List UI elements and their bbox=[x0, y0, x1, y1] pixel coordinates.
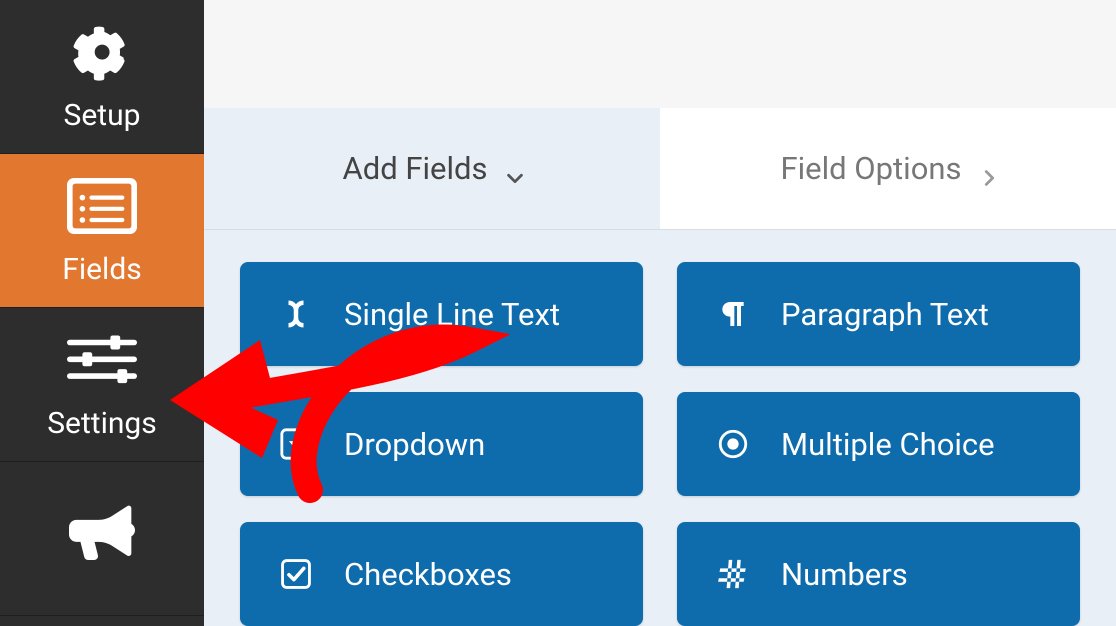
main-area: Add Fields Field Options Single Line Tex… bbox=[204, 0, 1116, 626]
sidebar-item-label: Settings bbox=[47, 406, 157, 441]
sidebar-item-setup[interactable]: Setup bbox=[0, 0, 204, 154]
list-icon bbox=[67, 174, 137, 238]
tab-add-fields[interactable]: Add Fields bbox=[204, 108, 660, 229]
panel-tabs: Add Fields Field Options bbox=[204, 108, 1116, 230]
gear-icon bbox=[67, 20, 137, 84]
app-sidebar: Setup Fields bbox=[0, 0, 204, 626]
tab-label: Field Options bbox=[780, 150, 961, 187]
pilcrow-icon bbox=[713, 294, 753, 334]
field-label: Single Line Text bbox=[344, 296, 560, 333]
field-paragraph-text[interactable]: Paragraph Text bbox=[677, 262, 1080, 366]
chevron-right-icon bbox=[978, 160, 996, 178]
text-cursor-icon bbox=[276, 294, 316, 334]
field-label: Paragraph Text bbox=[781, 296, 989, 333]
field-label: Checkboxes bbox=[344, 556, 512, 593]
field-dropdown[interactable]: Dropdown bbox=[240, 392, 643, 496]
radio-icon bbox=[713, 424, 753, 464]
field-label: Numbers bbox=[781, 556, 908, 593]
checkbox-icon bbox=[276, 554, 316, 594]
sidebar-item-label: Setup bbox=[64, 98, 141, 133]
field-label: Dropdown bbox=[344, 426, 485, 463]
field-numbers[interactable]: Numbers bbox=[677, 522, 1080, 626]
sidebar-item-label: Fields bbox=[62, 252, 141, 287]
hash-icon bbox=[713, 554, 753, 594]
fields-panel: Single Line Text Paragraph Text Dropdown… bbox=[204, 230, 1116, 626]
sidebar-item-marketing[interactable] bbox=[0, 462, 204, 616]
chevron-down-icon bbox=[504, 160, 522, 178]
sidebar-item-settings[interactable]: Settings bbox=[0, 308, 204, 462]
field-multiple-choice[interactable]: Multiple Choice bbox=[677, 392, 1080, 496]
megaphone-icon bbox=[67, 500, 137, 564]
topbar-spacer bbox=[204, 0, 1116, 108]
field-label: Multiple Choice bbox=[781, 426, 995, 463]
field-checkboxes[interactable]: Checkboxes bbox=[240, 522, 643, 626]
caret-square-icon bbox=[276, 424, 316, 464]
sidebar-item-fields[interactable]: Fields bbox=[0, 154, 204, 308]
sliders-icon bbox=[67, 328, 137, 392]
field-single-line-text[interactable]: Single Line Text bbox=[240, 262, 643, 366]
tab-field-options[interactable]: Field Options bbox=[660, 108, 1116, 229]
tab-label: Add Fields bbox=[342, 150, 487, 187]
